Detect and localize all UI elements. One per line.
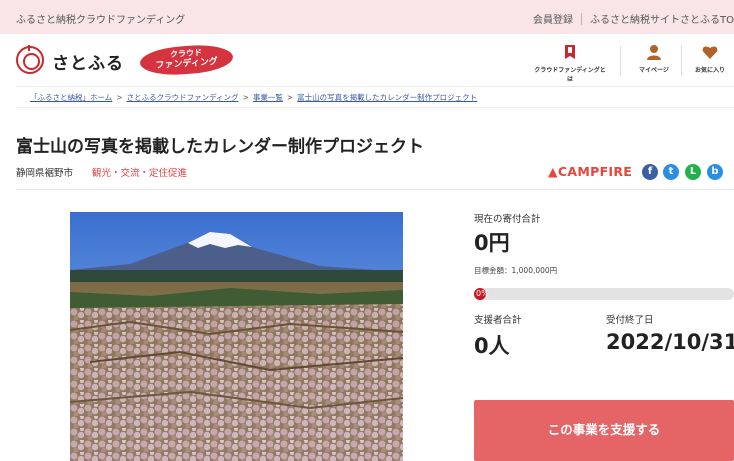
satofull-logo-icon[interactable] bbox=[16, 45, 44, 74]
register-link[interactable]: 会員登録 bbox=[533, 15, 573, 26]
campfire-label: CAMPFIRE bbox=[557, 164, 633, 179]
breadcrumb-current[interactable]: 富士山の写真を掲載したカレンダー制作プロジェクト bbox=[297, 93, 477, 102]
current-total-label: 現在の寄付合計 bbox=[474, 214, 541, 225]
satofull-top-link[interactable]: ふるさと納税サイトさとふるTO bbox=[590, 15, 734, 26]
nav-mypage[interactable]: マイページ bbox=[632, 42, 676, 82]
nav-about-crowdfunding[interactable]: クラウドファンディングとは bbox=[532, 42, 608, 83]
crowdfunding-badge[interactable]: クラウド ファンディング bbox=[139, 42, 234, 78]
project-location: 静岡県裾野市 bbox=[16, 168, 74, 179]
breadcrumb-separator: > bbox=[242, 93, 249, 102]
flame-icon: ▲ bbox=[548, 164, 558, 179]
current-total-value: 0円 bbox=[474, 231, 510, 255]
logo-text[interactable]: さとふる bbox=[52, 49, 124, 74]
goal-amount: 目標金額：1,000,000円 bbox=[474, 266, 558, 275]
top-bar: ふるさと納税クラウドファンディング 会員登録 ふるさと納税サイトさとふるTO bbox=[0, 0, 734, 34]
breadcrumb-separator: > bbox=[116, 93, 123, 102]
support-project-button[interactable]: この事業を支援する bbox=[474, 400, 734, 461]
project-photo bbox=[70, 212, 403, 461]
nav-divider bbox=[681, 46, 682, 76]
supporters-label: 支援者合計 bbox=[474, 315, 522, 326]
breadcrumb-project-list[interactable]: 事業一覧 bbox=[253, 93, 283, 102]
end-date-label: 受付終了日 bbox=[606, 315, 654, 326]
breadcrumb-separator: > bbox=[286, 93, 294, 102]
breadcrumb-home[interactable]: 「ふるさと納税」ホーム bbox=[30, 93, 112, 102]
top-links: 会員登録 ふるさと納税サイトさとふるTO bbox=[533, 11, 734, 26]
supporters-value: 0人 bbox=[474, 334, 510, 358]
progress-bar: 0% bbox=[474, 288, 734, 300]
book-icon bbox=[565, 45, 575, 59]
nav-label-about: クラウドファンディングとは bbox=[534, 67, 606, 83]
share-icon[interactable]: b bbox=[707, 164, 723, 180]
nav-label-mypage: マイページ bbox=[639, 67, 669, 74]
nav-label-favorites: お気に入り bbox=[694, 67, 725, 74]
title-divider bbox=[16, 189, 734, 190]
breadcrumb: 「ふるさと納税」ホーム > さとふるクラウドファンディング > 事業一覧 > 富士山の写真を… bbox=[16, 86, 734, 108]
page-title: 富士山の写真を掲載したカレンダー制作プロジェクト bbox=[16, 137, 424, 157]
progress-percent: 0% bbox=[476, 289, 489, 298]
campfire-logo[interactable]: ▲CAMPFIRE bbox=[548, 164, 632, 179]
top-links-divider bbox=[581, 13, 583, 25]
site-header: さとふる クラウド ファンディング クラウドファンディングとは マイページ お気… bbox=[0, 34, 734, 86]
line-share-icon[interactable]: L bbox=[685, 164, 701, 180]
user-icon bbox=[647, 45, 661, 60]
heart-icon bbox=[702, 46, 718, 59]
end-date-value: 2022/10/31 bbox=[606, 330, 734, 354]
breadcrumb-crowdfunding[interactable]: さとふるクラウドファンディング bbox=[127, 93, 239, 102]
nav-favorites[interactable]: お気に入り bbox=[686, 42, 734, 82]
facebook-share-icon[interactable]: f bbox=[642, 164, 658, 180]
twitter-share-icon[interactable]: t bbox=[663, 164, 679, 180]
project-category[interactable]: 観光・交流・定住促進 bbox=[92, 165, 187, 179]
nav-divider bbox=[620, 46, 621, 76]
site-name[interactable]: ふるさと納税クラウドファンディング bbox=[16, 11, 185, 26]
